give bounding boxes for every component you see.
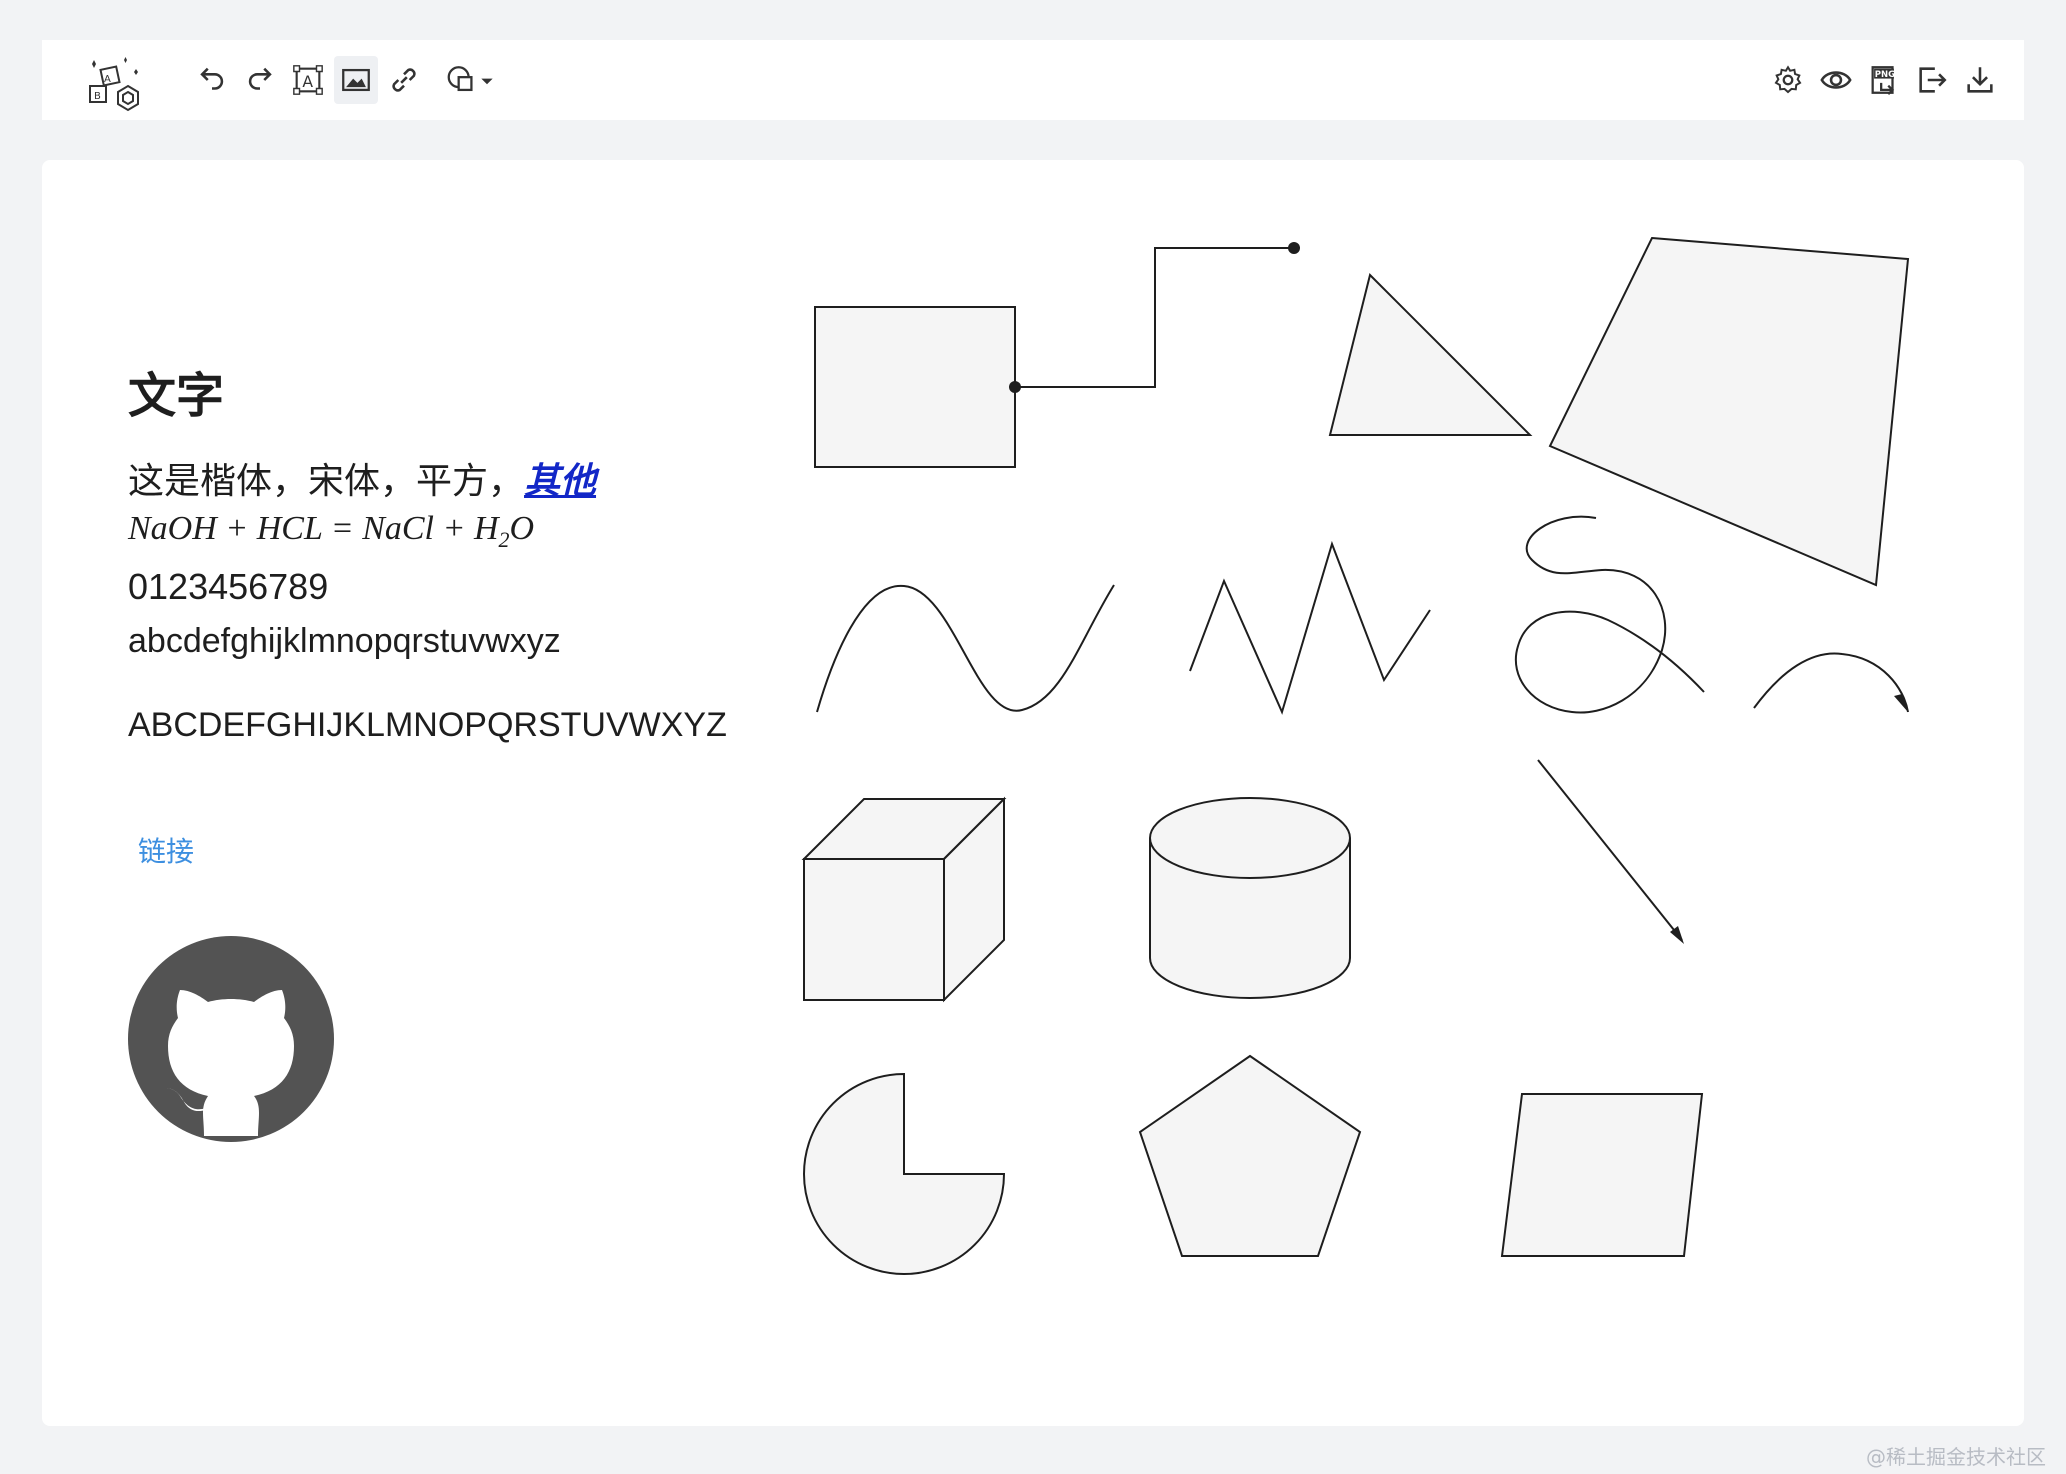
toolbar: A B A PNG [42,40,2024,120]
quadrilateral-shape[interactable] [1548,236,1910,587]
text-icon[interactable]: A [286,56,330,104]
export-png-icon[interactable]: PNG [1862,56,1906,104]
freehand-scribble[interactable] [1514,515,1705,714]
zigzag-line[interactable] [1189,540,1431,715]
svg-text:A: A [302,73,313,91]
drawing-canvas[interactable]: 文字 这是楷体，宋体，平方，其他 NaOH + HCL = NaCl + H2O… [42,160,2024,1426]
connector-end-dot [1288,242,1300,254]
settings-icon[interactable] [1766,56,1810,104]
shapes-icon[interactable] [438,56,502,104]
app-logo-icon: A B [82,50,148,112]
watermark-text: @稀土掘金技术社区 [1866,1445,2046,1469]
pie-shape[interactable] [803,1072,1006,1275]
svg-text:PNG: PNG [1875,70,1895,80]
shapes-layer [801,236,1910,1275]
rectangle-shape[interactable] [814,306,1016,468]
link-icon[interactable] [382,56,426,104]
export-icon[interactable] [1910,56,1954,104]
undo-icon[interactable] [190,56,234,104]
sine-curve[interactable] [816,584,1115,713]
svg-text:A: A [104,74,111,85]
parallelogram-shape[interactable] [1500,1093,1704,1257]
diagonal-arrow[interactable] [1537,759,1683,941]
cube-shape[interactable] [801,796,1007,1003]
pentagon-shape[interactable] [1138,1054,1362,1257]
download-icon[interactable] [1958,56,2002,104]
connector-start-dot [1009,381,1021,393]
preview-icon[interactable] [1814,56,1858,104]
elbow-connector[interactable] [1015,247,1294,388]
cylinder-shape[interactable] [1149,797,1351,999]
redo-icon[interactable] [238,56,282,104]
arc-arrow[interactable] [1753,652,1909,713]
chevron-down-icon [481,78,493,85]
image-icon[interactable] [334,56,378,104]
svg-text:B: B [94,91,101,102]
triangle-shape[interactable] [1328,273,1533,436]
